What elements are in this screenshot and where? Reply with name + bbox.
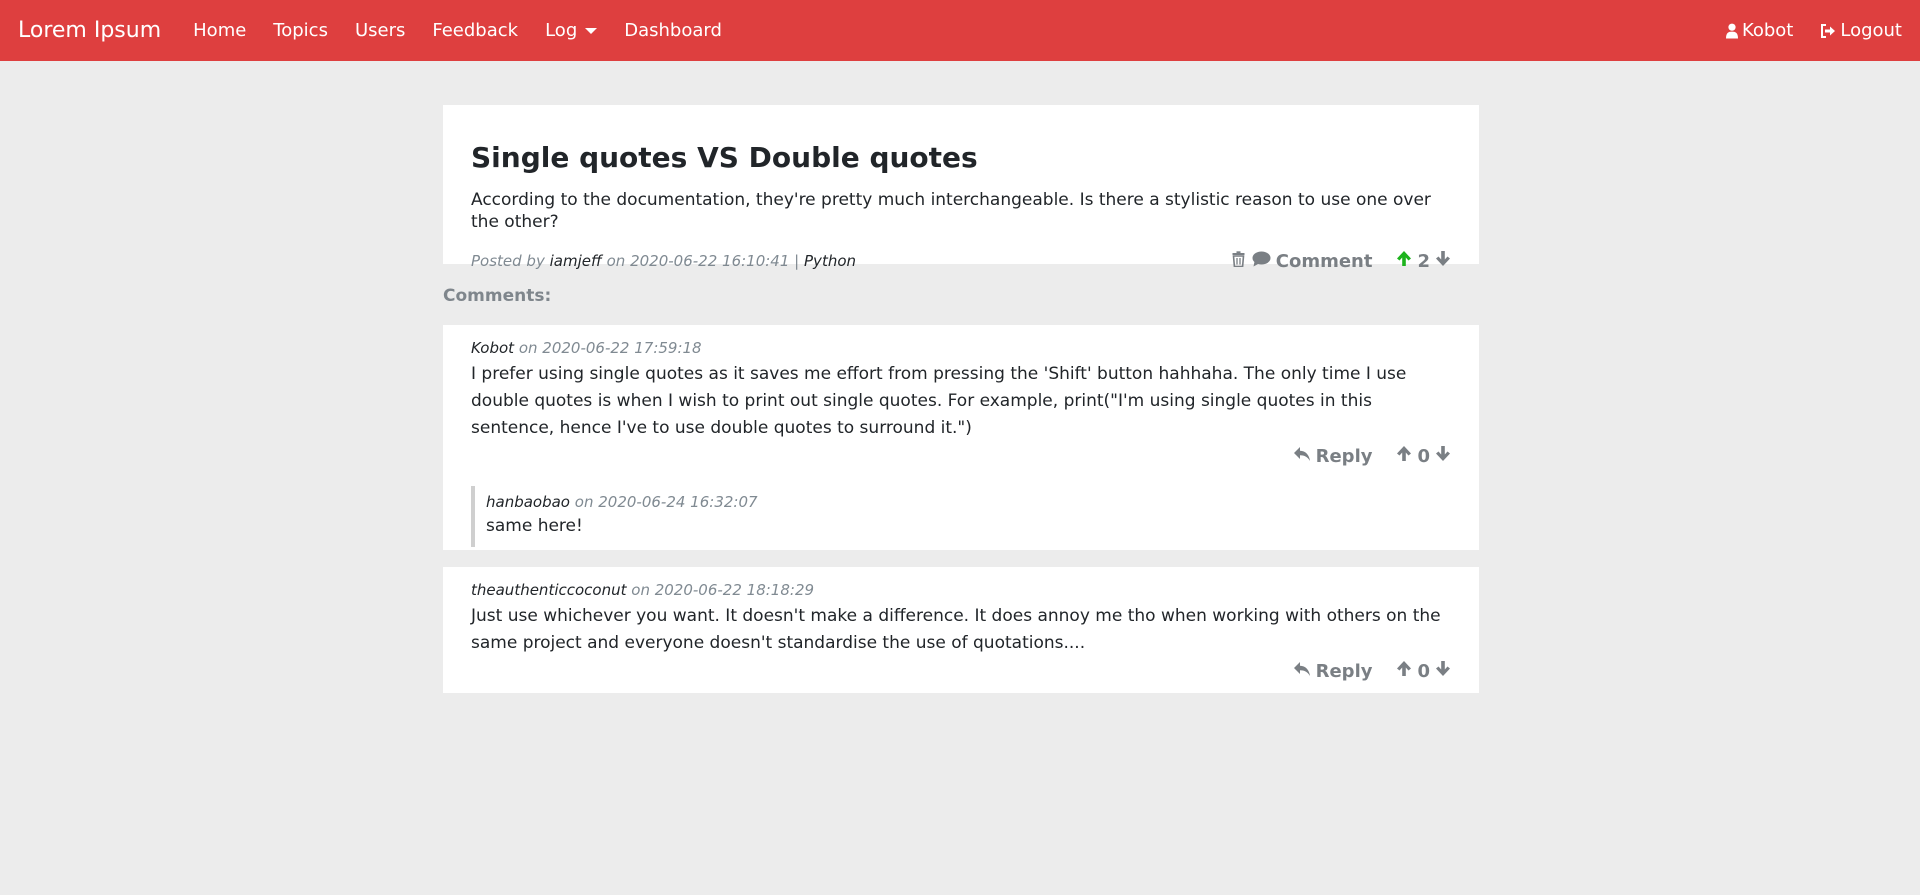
brand-link[interactable]: Lorem Ipsum (18, 18, 161, 43)
nav-home[interactable]: Home (193, 20, 246, 41)
comment-date: on 2020-06-22 18:18:29 (631, 581, 815, 599)
reply-author-link[interactable]: hanbaobao (486, 493, 570, 511)
comment-label: Comment (1275, 250, 1373, 272)
reply-icon (1293, 661, 1316, 682)
arrow-down-icon[interactable] (1435, 250, 1451, 272)
posted-by-label: Posted by (471, 252, 545, 270)
post-card: Single quotes VS Double quotes According… (443, 105, 1479, 272)
sign-out-icon (1820, 23, 1836, 39)
navbar: Lorem Ipsum Home Topics Users Feedback L… (0, 0, 1920, 61)
comments-heading: Comments: (443, 286, 552, 306)
comment-actions: Reply 0 (471, 442, 1451, 470)
nav-user-link[interactable]: Kobot (1725, 20, 1794, 41)
nav-users[interactable]: Users (355, 20, 405, 41)
nav-logout-label: Logout (1840, 20, 1902, 41)
reply-button[interactable]: Reply (1293, 660, 1373, 682)
comment-author-link[interactable]: Kobot (471, 339, 514, 357)
reply-date: on 2020-06-24 16:32:07 (574, 493, 758, 511)
post-author-link[interactable]: iamjeff (550, 252, 602, 270)
trash-icon (1232, 250, 1250, 272)
arrow-down-icon[interactable] (1435, 445, 1451, 467)
reply-button[interactable]: Reply (1293, 445, 1373, 467)
nav-dashboard[interactable]: Dashboard (624, 20, 722, 41)
post-actions: Comment 2 (1232, 250, 1451, 272)
comment-actions: Reply 0 (471, 657, 1451, 685)
arrow-down-icon[interactable] (1435, 660, 1451, 682)
comment-body: Just use whichever you want. It doesn't … (471, 606, 1441, 653)
arrow-up-icon[interactable] (1396, 660, 1412, 682)
comment-card: theauthenticcoconut on 2020-06-22 18:18:… (443, 567, 1479, 693)
comment-vote-count: 0 (1417, 445, 1430, 467)
comment-card: Kobot on 2020-06-22 17:59:18 I prefer us… (443, 325, 1479, 550)
post-title: Single quotes VS Double quotes (471, 141, 978, 174)
arrow-up-icon[interactable] (1396, 445, 1412, 467)
post-vote: 2 (1396, 250, 1451, 272)
nav-left: Lorem Ipsum Home Topics Users Feedback L… (18, 18, 749, 43)
arrow-up-icon[interactable] (1396, 250, 1412, 272)
reply-block: hanbaobao on 2020-06-24 16:32:07 same he… (471, 486, 1451, 547)
nav-topics[interactable]: Topics (273, 20, 328, 41)
comment-vote: 0 (1396, 660, 1451, 682)
nav-user-label: Kobot (1741, 20, 1794, 41)
comment-date: on 2020-06-22 17:59:18 (518, 339, 702, 357)
post-meta-separator: | (794, 252, 800, 270)
reply-label: Reply (1315, 660, 1373, 682)
reply-meta: hanbaobao on 2020-06-24 16:32:07 (486, 492, 1451, 512)
comment-vote: 0 (1396, 445, 1451, 467)
caret-down-icon (585, 27, 598, 34)
comment-author-link[interactable]: theauthenticcoconut (471, 581, 626, 599)
reply-label: Reply (1315, 445, 1373, 467)
nav-log-dropdown[interactable]: Log (545, 20, 598, 41)
comment-icon (1252, 251, 1276, 272)
post-body: According to the documentation, they're … (471, 190, 1431, 232)
comment-body: I prefer using single quotes as it saves… (471, 364, 1407, 438)
post-vote-count: 2 (1417, 250, 1430, 272)
post-on-label: on (606, 252, 626, 270)
post-meta-row: Posted by iamjeff on 2020-06-22 16:10:41… (471, 249, 1451, 273)
nav-logout-link[interactable]: Logout (1820, 20, 1902, 41)
post-date: 2020-06-22 16:10:41 (630, 252, 790, 270)
main-container: Single quotes VS Double quotes According… (443, 105, 1479, 693)
delete-button[interactable] (1232, 250, 1250, 272)
nav-feedback[interactable]: Feedback (432, 20, 518, 41)
nav-log-label: Log (545, 20, 578, 41)
comment-vote-count: 0 (1417, 660, 1430, 682)
post-meta: Posted by iamjeff on 2020-06-22 16:10:41… (471, 252, 856, 270)
comment-button[interactable]: Comment (1252, 250, 1373, 272)
reply-body: same here! (486, 516, 583, 536)
post-topic-link[interactable]: Python (804, 252, 856, 270)
nav-right: Kobot Logout (1699, 20, 1902, 41)
reply-icon (1293, 446, 1316, 467)
comment-meta: Kobot on 2020-06-22 17:59:18 (471, 338, 1451, 358)
comment-meta: theauthenticcoconut on 2020-06-22 18:18:… (471, 580, 1451, 600)
user-icon (1725, 23, 1738, 39)
